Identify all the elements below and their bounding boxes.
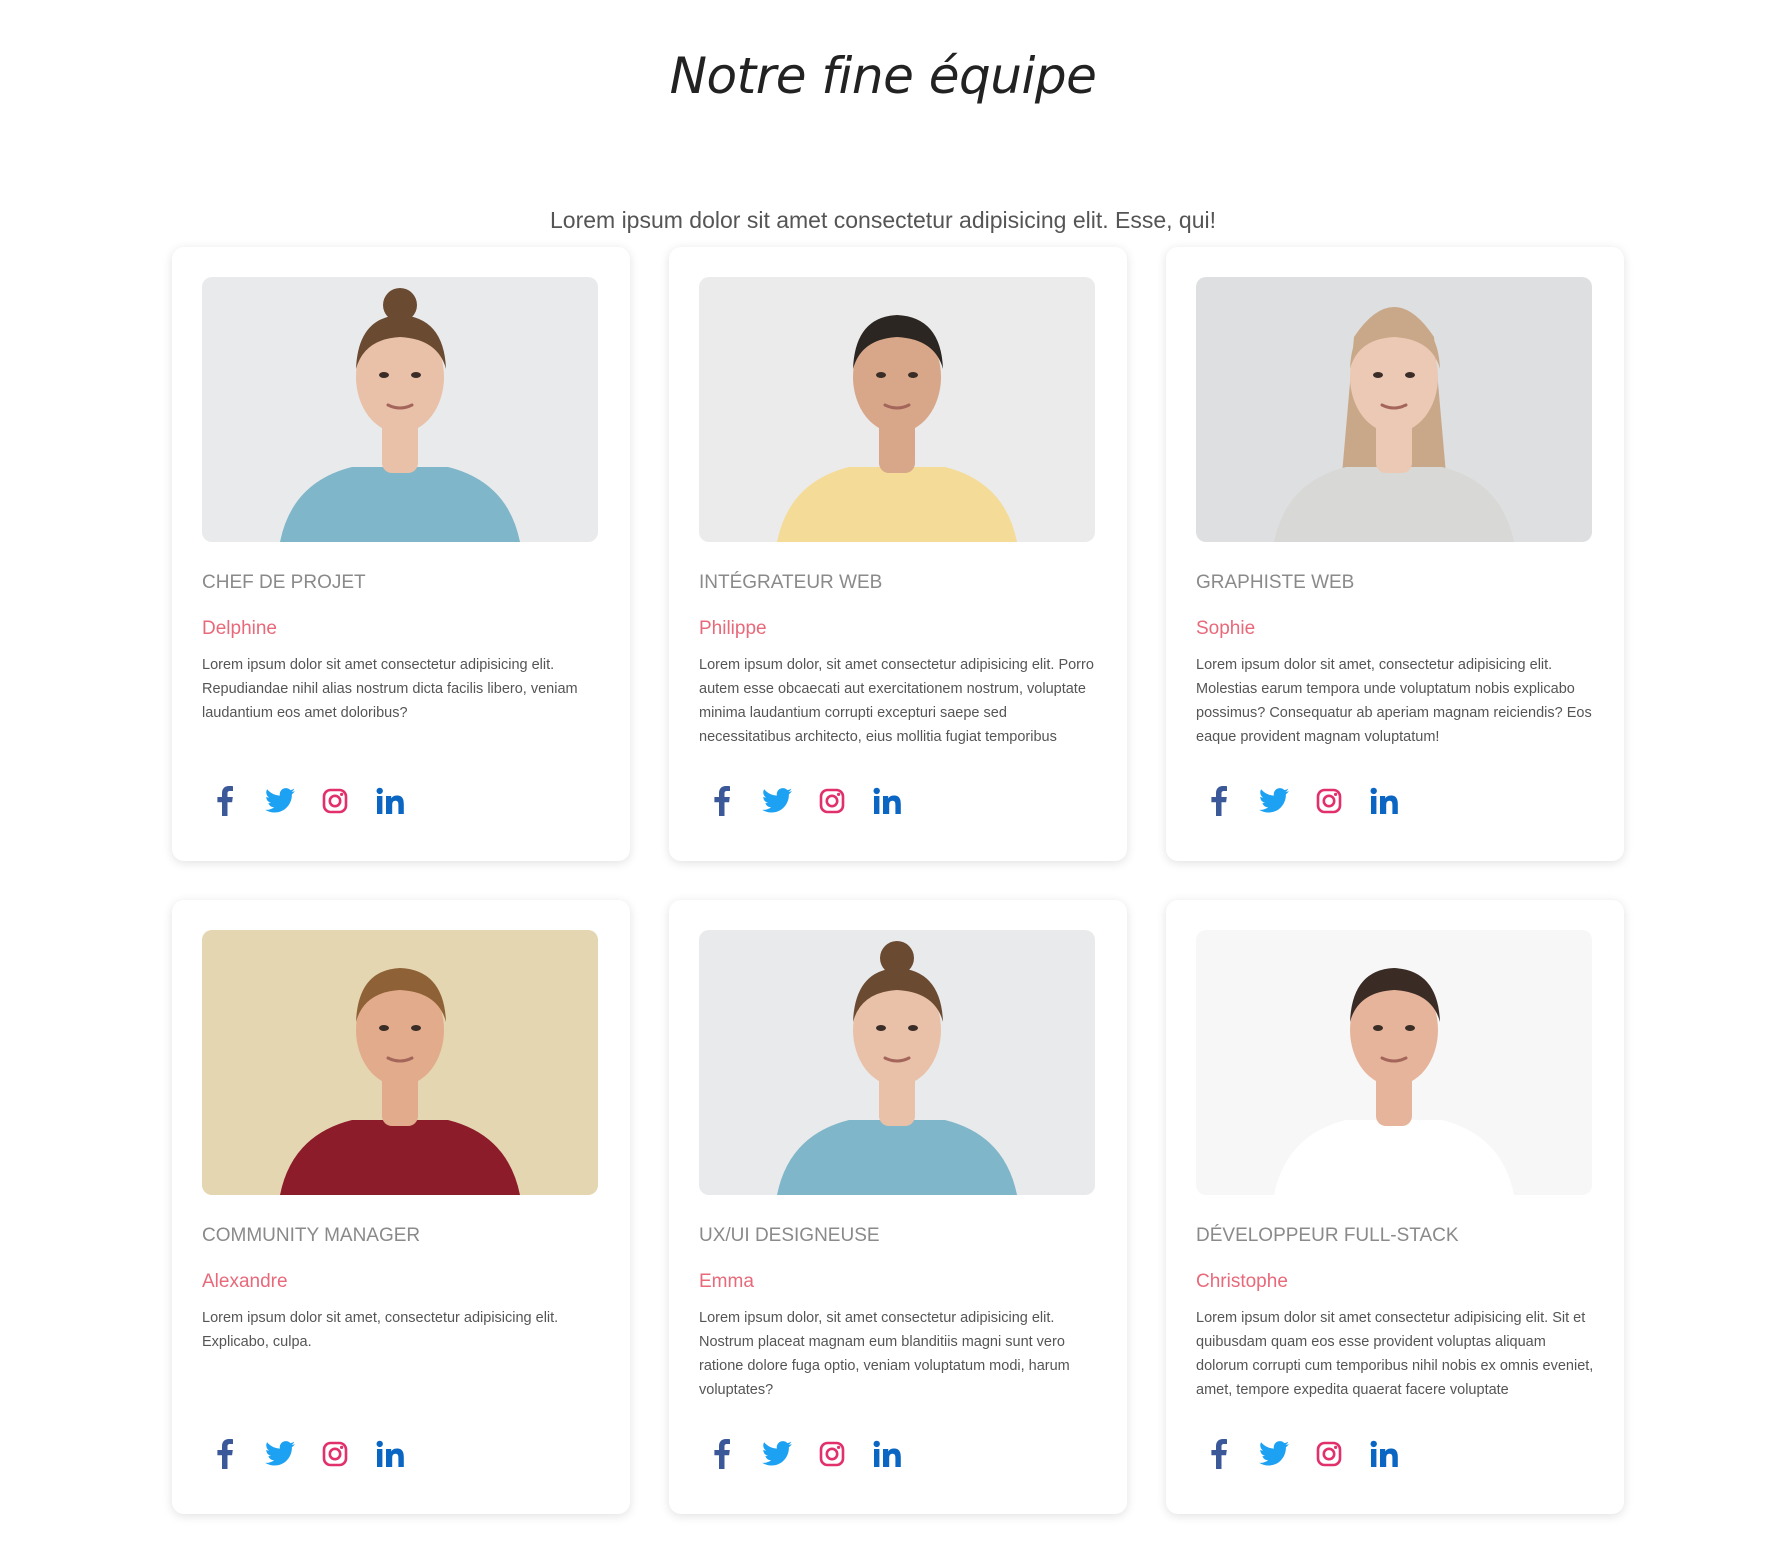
- linkedin-icon: [376, 787, 404, 814]
- member-name: Philippe: [699, 618, 767, 639]
- member-name: Delphine: [202, 618, 277, 639]
- linkedin-link[interactable]: [373, 1437, 406, 1470]
- team-header: Notre fine équipe Lorem ipsum dolor sit …: [0, 0, 1766, 233]
- instagram-icon: [322, 788, 347, 813]
- member-name: Alexandre: [202, 1271, 288, 1292]
- member-role: Graphiste web: [1196, 572, 1355, 593]
- member-description: Lorem ipsum dolor, sit amet consectetur …: [699, 1310, 1070, 1398]
- linkedin-link[interactable]: [1367, 1437, 1400, 1470]
- member-name: Sophie: [1196, 618, 1256, 639]
- member-description: Lorem ipsum dolor, sit amet consectetur …: [699, 657, 1094, 745]
- twitter-icon: [264, 788, 295, 813]
- linkedin-link[interactable]: [373, 784, 406, 817]
- social-links: [705, 784, 903, 817]
- twitter-link[interactable]: [1257, 784, 1290, 817]
- member-description: Lorem ipsum dolor sit amet consectetur a…: [1196, 1310, 1594, 1398]
- instagram-icon: [819, 788, 844, 813]
- twitter-link[interactable]: [263, 784, 296, 817]
- woman-grey-sweater-photo: [1196, 277, 1592, 542]
- team-card: Community manager Alexandre Lorem ipsum …: [172, 900, 630, 1514]
- instagram-icon: [1316, 1441, 1341, 1466]
- social-links: [705, 1437, 903, 1470]
- facebook-link[interactable]: [1202, 1437, 1235, 1470]
- instagram-icon: [322, 1441, 347, 1466]
- member-description: Lorem ipsum dolor sit amet consectetur a…: [202, 657, 578, 721]
- linkedin-icon: [873, 1440, 901, 1467]
- page-title: Notre fine équipe: [669, 47, 1097, 105]
- linkedin-icon: [1370, 787, 1398, 814]
- team-card: Chef de projet Delphine Lorem ipsum dolo…: [172, 247, 630, 861]
- instagram-link[interactable]: [318, 1437, 351, 1470]
- team-card: UX/UI Designeuse Emma Lorem ipsum dolor,…: [669, 900, 1127, 1514]
- member-role: Chef de projet: [202, 572, 366, 593]
- member-role: Community manager: [202, 1225, 421, 1246]
- team-card: Intégrateur web Philippe Lorem ipsum dol…: [669, 247, 1127, 861]
- team-card: Graphiste web Sophie Lorem ipsum dolor s…: [1166, 247, 1624, 861]
- man-red-shirt-photo: [202, 930, 598, 1195]
- twitter-icon: [761, 788, 792, 813]
- member-name: Christophe: [1196, 1271, 1288, 1292]
- team-grid: Chef de projet Delphine Lorem ipsum dolo…: [172, 247, 1624, 1514]
- linkedin-icon: [873, 787, 901, 814]
- twitter-link[interactable]: [760, 784, 793, 817]
- member-role: Développeur full-stack: [1196, 1225, 1459, 1246]
- facebook-link[interactable]: [705, 784, 738, 817]
- instagram-link[interactable]: [815, 1437, 848, 1470]
- facebook-link[interactable]: [705, 1437, 738, 1470]
- instagram-icon: [1316, 788, 1341, 813]
- twitter-icon: [1258, 1441, 1289, 1466]
- man-white-shirt-photo: [1196, 930, 1592, 1195]
- woman-blue-top-photo: [699, 930, 1095, 1195]
- twitter-link[interactable]: [1257, 1437, 1290, 1470]
- page-subtitle: Lorem ipsum dolor sit amet consectetur a…: [549, 207, 1217, 233]
- instagram-link[interactable]: [1312, 784, 1345, 817]
- facebook-icon: [1210, 1438, 1227, 1469]
- linkedin-link[interactable]: [870, 784, 903, 817]
- member-description: Lorem ipsum dolor sit amet, consectetur …: [1196, 657, 1592, 745]
- linkedin-link[interactable]: [1367, 784, 1400, 817]
- facebook-link[interactable]: [1202, 784, 1235, 817]
- facebook-icon: [216, 785, 233, 816]
- social-links: [208, 1437, 406, 1470]
- instagram-link[interactable]: [815, 784, 848, 817]
- instagram-icon: [819, 1441, 844, 1466]
- social-links: [208, 784, 406, 817]
- linkedin-icon: [1370, 1440, 1398, 1467]
- woman-blue-top-photo: [202, 277, 598, 542]
- twitter-icon: [761, 1441, 792, 1466]
- social-links: [1202, 1437, 1400, 1470]
- instagram-link[interactable]: [318, 784, 351, 817]
- twitter-icon: [264, 1441, 295, 1466]
- instagram-link[interactable]: [1312, 1437, 1345, 1470]
- member-name: Emma: [699, 1271, 754, 1292]
- linkedin-icon: [376, 1440, 404, 1467]
- facebook-link[interactable]: [208, 784, 241, 817]
- facebook-icon: [1210, 785, 1227, 816]
- facebook-link[interactable]: [208, 1437, 241, 1470]
- member-description: Lorem ipsum dolor sit amet, consectetur …: [202, 1310, 559, 1350]
- team-card: Développeur full-stack Christophe Lorem …: [1166, 900, 1624, 1514]
- social-links: [1202, 784, 1400, 817]
- twitter-icon: [1258, 788, 1289, 813]
- man-yellow-shirt-photo: [699, 277, 1095, 542]
- linkedin-link[interactable]: [870, 1437, 903, 1470]
- member-role: UX/UI Designeuse: [699, 1225, 880, 1246]
- member-role: Intégrateur web: [699, 572, 883, 593]
- twitter-link[interactable]: [760, 1437, 793, 1470]
- facebook-icon: [713, 1438, 730, 1469]
- facebook-icon: [216, 1438, 233, 1469]
- twitter-link[interactable]: [263, 1437, 296, 1470]
- facebook-icon: [713, 785, 730, 816]
